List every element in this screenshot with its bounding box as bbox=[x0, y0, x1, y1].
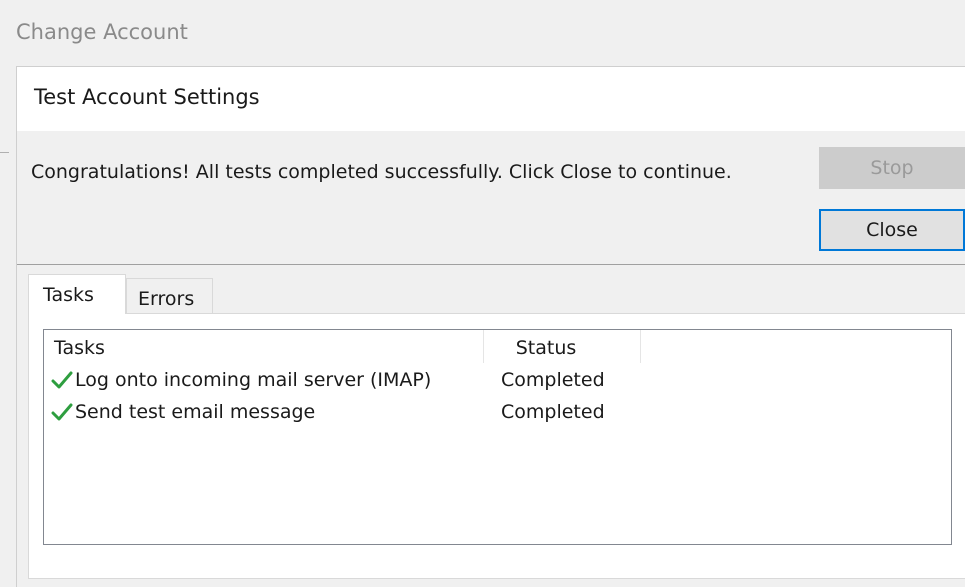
parent-window-title: Change Account bbox=[16, 20, 188, 44]
checkmark-icon bbox=[51, 371, 73, 389]
separator bbox=[17, 264, 965, 265]
tab-tasks[interactable]: Tasks bbox=[28, 274, 126, 314]
column-header-status[interactable]: Status bbox=[484, 330, 608, 367]
dialog-title: Test Account Settings bbox=[34, 85, 260, 109]
test-account-settings-dialog: Test Account Settings Congratulations! A… bbox=[16, 66, 965, 587]
column-header-tasks[interactable]: Tasks bbox=[54, 330, 105, 367]
column-divider[interactable] bbox=[640, 330, 641, 363]
dialog-header: Test Account Settings bbox=[17, 67, 965, 131]
tab-errors[interactable]: Errors bbox=[126, 278, 213, 314]
stop-button: Stop bbox=[819, 147, 965, 189]
task-list[interactable]: Tasks Status Log onto incoming mail serv… bbox=[43, 329, 952, 545]
checkmark-icon bbox=[51, 403, 73, 421]
task-row[interactable]: Send test email message Completed bbox=[44, 396, 644, 428]
status-message: Congratulations! All tests completed suc… bbox=[31, 161, 732, 183]
task-status: Completed bbox=[501, 401, 605, 423]
task-status: Completed bbox=[501, 369, 605, 391]
close-button[interactable]: Close bbox=[819, 209, 965, 251]
task-name: Log onto incoming mail server (IMAP) bbox=[75, 369, 432, 391]
parent-window-divider bbox=[0, 152, 9, 153]
tasks-tab-panel: Tasks Status Log onto incoming mail serv… bbox=[28, 313, 965, 579]
task-name: Send test email message bbox=[75, 401, 316, 423]
task-row[interactable]: Log onto incoming mail server (IMAP) Com… bbox=[44, 364, 644, 396]
